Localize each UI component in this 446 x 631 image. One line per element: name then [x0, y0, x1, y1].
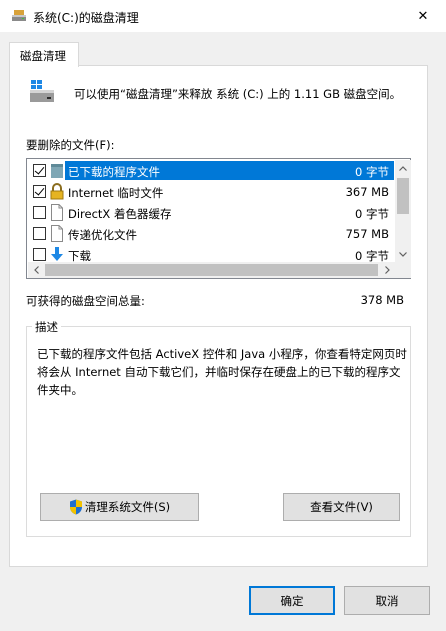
file-size: 367 MB: [345, 185, 389, 199]
chevron-right-icon: [384, 266, 390, 274]
tab-label: 磁盘清理: [20, 49, 66, 63]
intro-text: 可以使用“磁盘清理”来释放 系统 (C:) 上的 1.11 GB 磁盘空间。: [74, 87, 402, 101]
tab-strip: 磁盘清理: [0, 32, 446, 67]
disk-cleanup-icon: [12, 10, 26, 21]
drive-icon: [30, 80, 54, 102]
file-name: 下载: [68, 249, 91, 262]
file-size: 0 字节: [355, 249, 389, 262]
view-files-button[interactable]: 查看文件(V): [283, 493, 400, 521]
clean-system-files-label: 清理系统文件(S): [84, 500, 171, 514]
title-bar[interactable]: 系统(C:)的磁盘清理 ✕: [0, 0, 446, 32]
files-to-delete-label: 要删除的文件(F):: [26, 138, 115, 152]
lock-icon: [50, 183, 64, 200]
close-icon: ✕: [417, 8, 429, 24]
scroll-up-button[interactable]: [395, 160, 411, 176]
file-name: DirectX 着色器缓存: [68, 207, 172, 221]
ok-button[interactable]: 确定: [249, 586, 335, 615]
file-size: 0 字节: [355, 165, 389, 179]
clean-system-files-button[interactable]: 清理系统文件(S): [40, 493, 199, 521]
checkbox[interactable]: [33, 185, 46, 198]
list-item[interactable]: 下载 0 字节: [28, 244, 395, 262]
tab-disk-cleanup[interactable]: 磁盘清理: [9, 42, 79, 67]
list-item[interactable]: DirectX 着色器缓存 0 字节: [28, 202, 395, 223]
checkbox[interactable]: [33, 164, 46, 177]
scrollbar-thumb[interactable]: [45, 264, 378, 276]
horizontal-scrollbar[interactable]: [28, 262, 395, 278]
scroll-down-button[interactable]: [395, 246, 411, 262]
chevron-up-icon: [399, 165, 407, 171]
checkbox[interactable]: [33, 227, 46, 240]
list-item[interactable]: Internet 临时文件 367 MB: [28, 181, 395, 202]
vertical-scrollbar[interactable]: [395, 160, 411, 262]
files-listbox[interactable]: 已下载的程序文件 0 字节 Internet 临时文件 367 MB Direc…: [26, 158, 411, 279]
checkbox[interactable]: [33, 206, 46, 219]
space-gained-label: 可获得的磁盘空间总量:: [26, 294, 145, 308]
file-name: 已下载的程序文件: [67, 164, 161, 180]
chevron-left-icon: [33, 266, 39, 274]
scroll-left-button[interactable]: [28, 262, 44, 278]
file-size: 0 字节: [355, 207, 389, 221]
uac-shield-icon: [69, 499, 82, 515]
download-arrow-icon: [51, 247, 63, 261]
checkbox[interactable]: [33, 248, 46, 261]
scrollbar-thumb[interactable]: [397, 178, 409, 214]
scrollbar-corner: [395, 262, 411, 278]
document-icon: [51, 204, 63, 221]
file-size: 757 MB: [345, 227, 389, 241]
chevron-down-icon: [399, 251, 407, 257]
document-icon: [51, 225, 63, 242]
cancel-label: 取消: [375, 593, 399, 608]
ok-label: 确定: [280, 593, 304, 608]
file-name: Internet 临时文件: [68, 186, 164, 200]
close-button[interactable]: ✕: [400, 0, 446, 32]
window-title: 系统(C:)的磁盘清理: [33, 11, 139, 25]
file-name: 传递优化文件: [68, 228, 137, 242]
space-gained-value: 378 MB: [360, 293, 404, 307]
list-item[interactable]: 已下载的程序文件 0 字节: [28, 160, 395, 181]
list-item[interactable]: 传递优化文件 757 MB: [28, 223, 395, 244]
folder-icon: [51, 164, 63, 178]
description-title: 描述: [32, 319, 61, 335]
cancel-button[interactable]: 取消: [344, 586, 430, 615]
scroll-right-button[interactable]: [379, 262, 395, 278]
description-text: 已下载的程序文件包括 ActiveX 控件和 Java 小程序，你查看特定网页时…: [37, 347, 407, 397]
view-files-label: 查看文件(V): [310, 500, 373, 514]
